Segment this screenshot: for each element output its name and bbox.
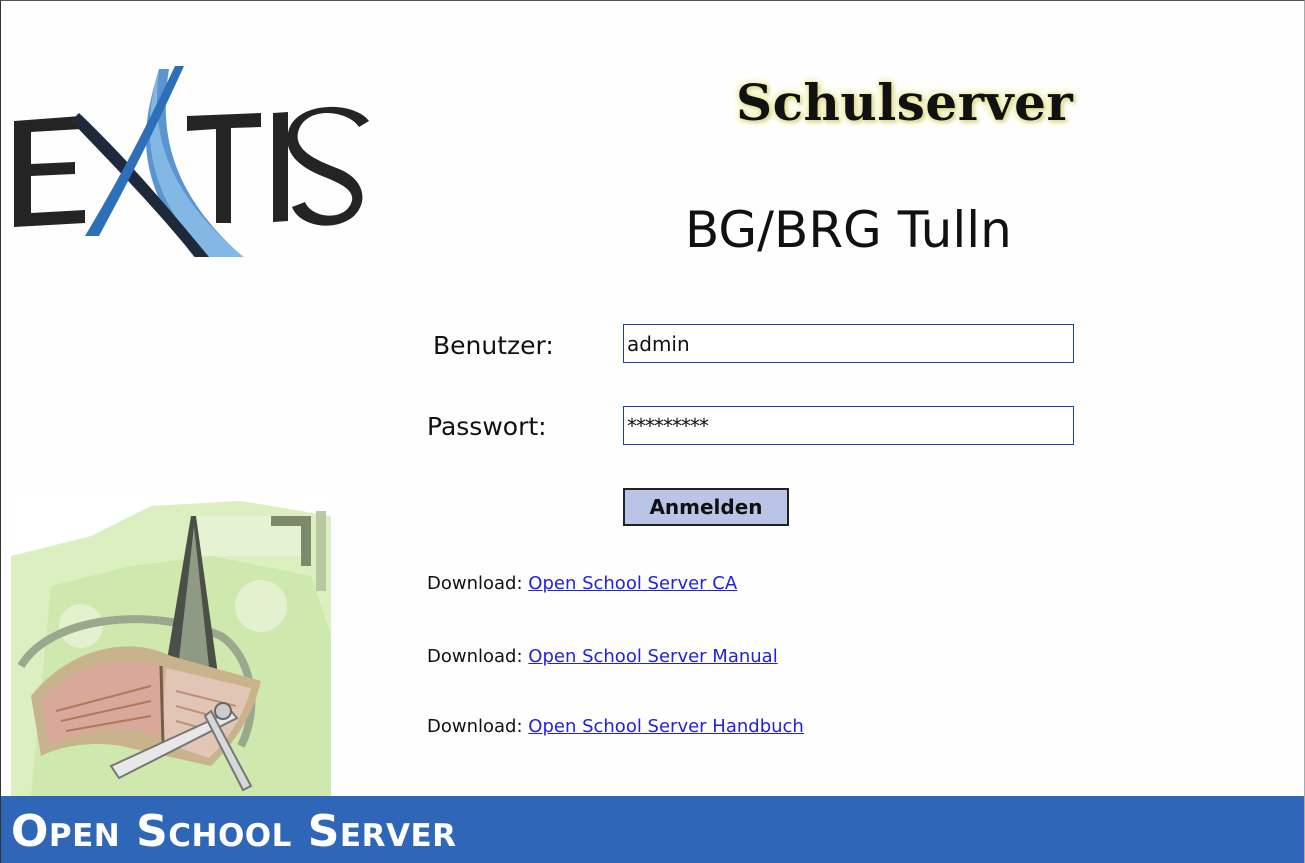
password-input[interactable] [623, 406, 1074, 445]
school-book-compass-icon [11, 496, 331, 796]
download-row-manual: Download: Open School Server Manual [427, 646, 778, 667]
school-name: BG/BRG Tulln [685, 201, 1012, 259]
download-manual-link[interactable]: Open School Server Manual [528, 646, 777, 667]
username-input[interactable] [623, 324, 1074, 363]
download-row-ca: Download: Open School Server CA [427, 573, 737, 594]
download-row-handbuch: Download: Open School Server Handbuch [427, 716, 804, 737]
password-label: Passwort: [427, 412, 547, 441]
download-ca-link[interactable]: Open School Server CA [528, 573, 737, 594]
footer-brand: Open School Server [11, 806, 457, 857]
username-label: Benutzer: [433, 331, 554, 360]
download-prefix: Download: [427, 573, 523, 594]
extis-logo-icon [14, 66, 369, 257]
footer-bar: Open School Server [1, 796, 1304, 863]
download-handbuch-link[interactable]: Open School Server Handbuch [528, 716, 804, 737]
page-title: Schulserver [736, 73, 1074, 132]
login-page: Schulserver BG/BRG Tulln Benutzer: Passw… [0, 0, 1305, 863]
login-button[interactable]: Anmelden [623, 488, 789, 526]
download-prefix: Download: [427, 716, 523, 737]
download-prefix: Download: [427, 646, 523, 667]
